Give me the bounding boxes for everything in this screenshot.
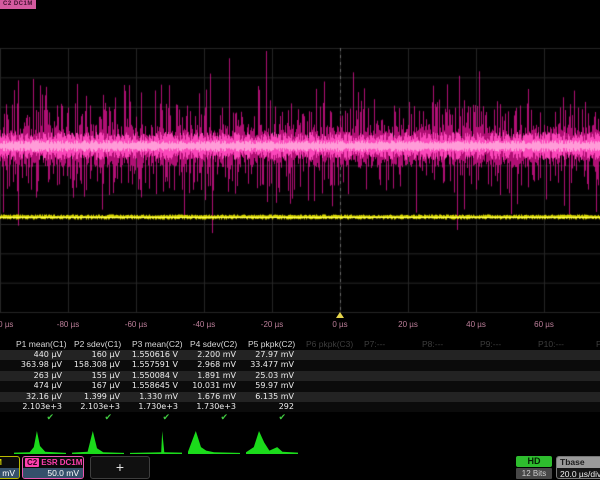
param-status-check: ✔ xyxy=(128,412,186,423)
axis-tick-label: 0 µs xyxy=(332,320,347,329)
param-value: 158.308 µV xyxy=(70,360,128,370)
param-value: 2.103e+3 xyxy=(70,402,128,412)
measure-header-row: P1 mean(C1)P2 sdev(C1)P3 mean(C2)P4 sdev… xyxy=(0,339,600,350)
param-status-check: ✔ xyxy=(186,412,244,423)
param-status-check: ✔ xyxy=(70,412,128,423)
channel-c2-badge: C2 xyxy=(25,458,39,467)
bottom-bar: C1 DC1M 10.0 mV C2 ESR DC1M 50.0 mV + HD… xyxy=(0,455,600,480)
histicon-p3 xyxy=(130,428,182,455)
param-header-inactive[interactable]: P11:--- xyxy=(592,339,600,350)
axis-tick-label: -40 µs xyxy=(193,320,215,329)
param-value: 59.97 mV xyxy=(244,381,302,391)
param-header-inactive[interactable]: P9:--- xyxy=(476,339,534,350)
param-value: 1.550084 V xyxy=(128,371,186,381)
axis-tick-label: 40 µs xyxy=(466,320,486,329)
measure-status-row: ✔✔✔✔✔ xyxy=(0,412,600,423)
oscilloscope-screen: C2 DC1M -100 µs -80 µs -60 µs -40 µs -20 µs 0… xyxy=(0,0,600,480)
param-header-inactive[interactable]: P7:--- xyxy=(360,339,418,350)
param-value: 1.550616 V xyxy=(128,350,186,360)
trace-label-badge[interactable]: C2 DC1M xyxy=(0,0,36,9)
histicon-p1 xyxy=(14,428,66,455)
timebase-value: 20.0 µs/div xyxy=(557,468,600,479)
axis-tick-label: -20 µs xyxy=(261,320,283,329)
measure-table: P1 mean(C1)P2 sdev(C1)P3 mean(C2)P4 sdev… xyxy=(0,339,600,426)
param-status-check: ✔ xyxy=(12,412,70,423)
param-value: 1.730e+3 xyxy=(186,402,244,412)
param-value: 1.399 µV xyxy=(70,392,128,402)
measure-table-row: 32.16 µV1.399 µV1.330 mV1.676 mV6.135 mV xyxy=(0,392,600,402)
axis-tick-label: -60 µs xyxy=(125,320,147,329)
param-value: 25.03 mV xyxy=(244,371,302,381)
param-value: 2.200 mV xyxy=(186,350,244,360)
channel-c2-coupling: DC1M xyxy=(60,458,83,467)
channel-c2-descriptor-box[interactable]: C2 ESR DC1M 50.0 mV xyxy=(22,456,84,479)
param-status-check: ✔ xyxy=(244,412,302,423)
axis-tick-label: 20 µs xyxy=(398,320,418,329)
timebase-axis: -100 µs -80 µs -60 µs -40 µs -20 µs 0 µs 20 µs… xyxy=(0,318,600,332)
param-value: 155 µV xyxy=(70,371,128,381)
measure-table-row: 363.98 µV158.308 µV1.557591 V2.968 mV33.… xyxy=(0,360,600,370)
param-header[interactable]: P5 pkpk(C2) xyxy=(244,339,302,350)
histicon-row xyxy=(0,427,600,456)
param-value: 1.730e+3 xyxy=(128,402,186,412)
param-header-inactive[interactable]: P10:--- xyxy=(534,339,592,350)
param-value: 27.97 mV xyxy=(244,350,302,360)
param-header[interactable]: P3 mean(C2) xyxy=(128,339,186,350)
axis-tick-label: -100 µs xyxy=(0,320,13,329)
param-value: 10.031 mV xyxy=(186,381,244,391)
param-value: 1.557591 V xyxy=(128,360,186,370)
param-header-inactive[interactable]: P6 pkpk(C3) xyxy=(302,339,360,350)
param-value: 6.135 mV xyxy=(244,392,302,402)
param-value: 32.16 µV xyxy=(12,392,70,402)
param-header[interactable]: P2 sdev(C1) xyxy=(70,339,128,350)
param-value: 1.676 mV xyxy=(186,392,244,402)
resolution-bits-label: 12 Bits xyxy=(516,468,552,479)
param-value: 263 µV xyxy=(12,371,70,381)
measure-table-row: 2.103e+32.103e+31.730e+31.730e+3292 xyxy=(0,402,600,412)
param-header-inactive[interactable]: P8:--- xyxy=(418,339,476,350)
param-value: 160 µV xyxy=(70,350,128,360)
timebase-descriptor-box[interactable]: Tbase 20.0 µs/div xyxy=(556,456,600,479)
channel-c1-coupling: DC1M xyxy=(0,458,2,467)
hd-mode-badge[interactable]: HD xyxy=(516,456,552,467)
histicon-p5 xyxy=(246,428,298,455)
param-value: 2.103e+3 xyxy=(12,402,70,412)
axis-tick-label: -80 µs xyxy=(57,320,79,329)
histicon-p2 xyxy=(72,428,124,455)
param-value: 440 µV xyxy=(12,350,70,360)
param-header[interactable]: P4 sdev(C2) xyxy=(186,339,244,350)
measure-table-row: 474 µV167 µV1.558645 V10.031 mV59.97 mV xyxy=(0,381,600,391)
axis-tick-label: 60 µs xyxy=(534,320,554,329)
param-value: 292 xyxy=(244,402,302,412)
param-value: 1.891 mV xyxy=(186,371,244,381)
channel-c1-descriptor-box[interactable]: C1 DC1M 10.0 mV xyxy=(0,456,20,479)
channel-c2-scale: 50.0 mV xyxy=(23,468,83,479)
param-value: 33.477 mV xyxy=(244,360,302,370)
add-trace-button[interactable]: + xyxy=(90,456,150,479)
channel-c1-scale: 10.0 mV xyxy=(0,468,19,479)
channel-c2-mode: ESR xyxy=(41,458,57,467)
param-header[interactable]: P1 mean(C1) xyxy=(12,339,70,350)
param-value: 1.330 mV xyxy=(128,392,186,402)
param-value: 363.98 µV xyxy=(12,360,70,370)
param-value: 1.558645 V xyxy=(128,381,186,391)
measure-table-row: 263 µV155 µV1.550084 V1.891 mV25.03 mV xyxy=(0,371,600,381)
measure-table-row: 440 µV160 µV1.550616 V2.200 mV27.97 mV xyxy=(0,350,600,360)
histicon-p4 xyxy=(188,428,240,455)
param-value: 2.968 mV xyxy=(186,360,244,370)
param-value: 167 µV xyxy=(70,381,128,391)
timebase-title: Tbase xyxy=(557,457,600,468)
waveform-display[interactable] xyxy=(0,0,600,318)
param-value: 474 µV xyxy=(12,381,70,391)
